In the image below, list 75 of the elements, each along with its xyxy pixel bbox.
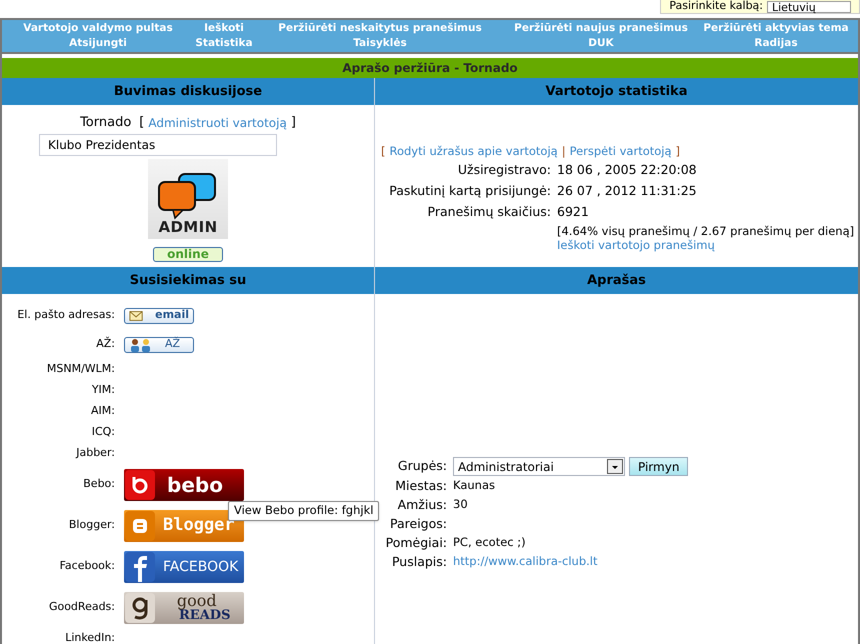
goodreads-word: READS xyxy=(179,609,230,622)
posts-detail: [4.64% visų pranešimų / 2.67 pranešimų per dieną] xyxy=(557,224,856,238)
private-message-button[interactable]: AŽ xyxy=(124,336,194,352)
nav-link[interactable]: Atsijungti xyxy=(69,36,127,51)
contact-label: AŽ: xyxy=(95,336,115,352)
nav-link[interactable]: Taisyklės xyxy=(353,36,407,51)
email-button[interactable]: email xyxy=(124,308,194,324)
tooltip: View Bebo profile: fghjkl xyxy=(228,501,380,521)
bracket: [ xyxy=(139,114,144,132)
stat-value: 6921 xyxy=(557,202,590,221)
status-badge: online xyxy=(153,246,223,262)
warn-user-link[interactable]: Perspėti vartotoją xyxy=(570,143,672,160)
language-select[interactable]: Lietuvių xyxy=(767,0,851,12)
website-link[interactable]: http://www.calibra-club.lt xyxy=(453,552,858,570)
separator: | xyxy=(562,143,566,160)
stat-value: 26 07 , 2012 11:31:25 xyxy=(557,182,698,200)
goodreads-profile-button[interactable]: good READS xyxy=(124,592,244,624)
contact-label: Facebook: xyxy=(58,558,115,574)
user-notes-link[interactable]: Rodyti užrašus apie vartotoją xyxy=(390,143,558,160)
bracket: ] xyxy=(290,114,296,132)
field-value: PC, ecotec ;) xyxy=(453,534,527,551)
goodreads-word: good xyxy=(176,593,217,609)
field-value: Kaunas xyxy=(453,476,496,494)
section-header: Buvimas diskusijose xyxy=(2,78,374,105)
admin-user-link[interactable]: Administruoti vartotoją xyxy=(148,114,287,132)
section-header: Vartotojo statistika xyxy=(375,78,858,105)
facebook-profile-button[interactable]: FACEBOOK xyxy=(124,550,244,582)
blogger-logo-icon xyxy=(125,510,155,540)
section-header: Susisiekimas su xyxy=(2,267,374,294)
groups-dropdown[interactable]: Administratoriai xyxy=(453,457,625,476)
contact-label: ICQ: xyxy=(90,424,115,440)
contact-label: Blogger: xyxy=(68,517,115,534)
bebo-logo-icon xyxy=(125,470,155,500)
field-label: Miestas: xyxy=(394,477,447,495)
contact-label: Jabber: xyxy=(74,445,115,462)
avatar-label: ADMIN xyxy=(158,220,218,234)
nav-link[interactable]: Peržiūrėti aktyvias tema xyxy=(703,21,849,36)
stat-label: Pranešimų skaičius: xyxy=(426,202,551,221)
username: Tornado xyxy=(80,114,132,132)
stat-value: 18 06 , 2005 22:20:08 xyxy=(557,161,698,180)
nav-link[interactable]: Peržiūrėti neskaitytus pranešimus xyxy=(278,21,482,36)
page-title-bar: Aprašo peržiūra - Tornado xyxy=(2,58,858,78)
contact-label: LinkedIn: xyxy=(64,630,115,644)
facebook-logo-icon xyxy=(125,552,155,582)
bracket: ] xyxy=(676,143,680,160)
section-header: Aprašas xyxy=(375,267,858,294)
contact-label: MSNM/WLM: xyxy=(46,361,115,378)
contact-label: Bebo: xyxy=(82,476,115,492)
goodreads-logo-icon xyxy=(125,592,155,622)
contact-label: AIM: xyxy=(90,403,115,420)
stat-label: Užsiregistravo: xyxy=(456,161,551,180)
nav-link[interactable]: Radijas xyxy=(754,36,798,51)
bebo-profile-button[interactable]: bebo xyxy=(124,468,244,500)
field-label: Grupės: xyxy=(396,457,447,476)
bracket: [ xyxy=(381,143,386,160)
rank-field: Klubo Prezidentas xyxy=(39,134,277,156)
language-label: Pasirinkite kalbą: xyxy=(669,0,763,14)
contact-label: YIM: xyxy=(90,382,115,398)
search-posts-link[interactable]: Ieškoti vartotojo pranešimų xyxy=(557,238,858,252)
go-button[interactable]: Pirmyn xyxy=(629,457,688,476)
envelope-icon xyxy=(129,310,144,322)
field-label: Puslapis: xyxy=(390,553,447,571)
nav-link[interactable]: Statistika xyxy=(195,36,253,51)
nav-link[interactable]: Vartotojo valdymo pultas xyxy=(23,21,173,36)
field-value: 30 xyxy=(453,496,469,513)
stat-label: Paskutinį kartą prisijungė: xyxy=(388,182,551,200)
contact-label: El. pašto adresas: xyxy=(16,307,115,324)
contact-label: GoodReads: xyxy=(48,599,115,616)
field-label: Pomėgiai: xyxy=(384,534,447,552)
field-label: Pareigos: xyxy=(389,515,447,533)
nav-link[interactable]: DUK xyxy=(588,36,614,51)
nav-link[interactable]: Ieškoti xyxy=(204,21,244,36)
people-icon xyxy=(129,338,153,352)
field-label: Amžius: xyxy=(396,496,447,514)
nav-link[interactable]: Peržiūrėti naujus pranešimus xyxy=(514,21,688,36)
